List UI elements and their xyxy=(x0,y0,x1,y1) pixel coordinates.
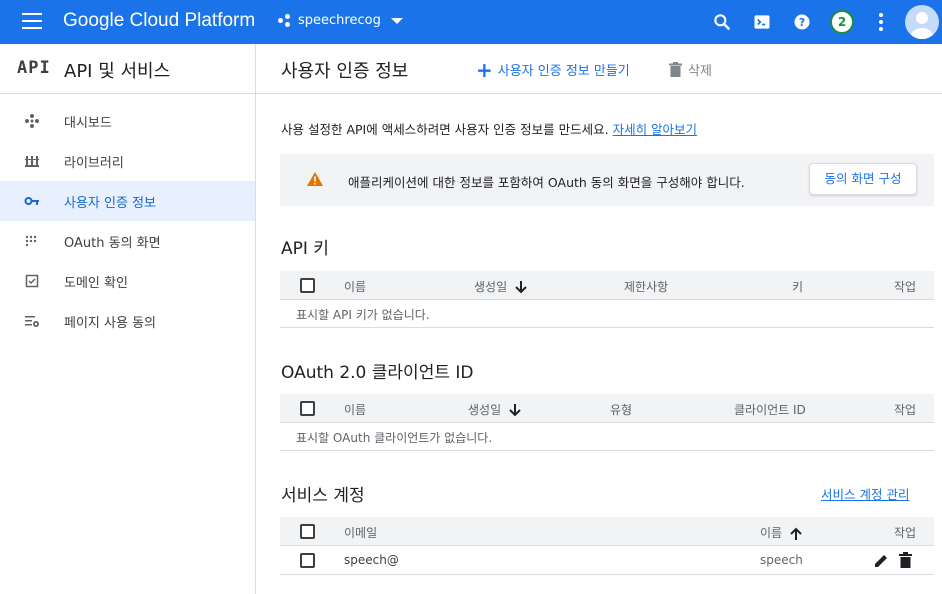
intro-message: 사용 설정한 API에 액세스하려면 사용자 인증 정보를 만드세요. xyxy=(281,122,609,137)
column-header: 작업 xyxy=(894,526,917,540)
sidebar-title: API 및 서비스 xyxy=(64,61,171,82)
empty-message: 표시할 OAuth 클라이언트가 없습니다. xyxy=(296,431,493,445)
select-all-checkbox[interactable] xyxy=(300,524,315,539)
page-header: 사용자 인증 정보 + 사용자 인증 정보 만들기 삭제 xyxy=(256,44,942,94)
sidebar-item-label: 사용자 인증 정보 xyxy=(64,196,156,211)
learn-more-link[interactable]: 자세히 알아보기 xyxy=(613,122,697,137)
page-usage-icon xyxy=(25,316,39,327)
domain-check-icon xyxy=(25,274,39,288)
delete-label: 삭제 xyxy=(688,64,712,79)
top-app-bar: Google Cloud Platform speechrecog ? 2 xyxy=(0,0,942,44)
sidebar-item-oauth-consent[interactable]: OAuth 동의 화면 xyxy=(0,221,255,261)
configure-consent-button[interactable]: 동의 화면 구성 xyxy=(809,163,917,195)
service-accounts-title: 서비스 계정 xyxy=(281,486,365,506)
account-avatar[interactable] xyxy=(905,5,939,39)
empty-row: 표시할 API 키가 없습니다. xyxy=(280,300,934,328)
oauth-clients-table: 이름 생성일 유형 클라이언트 ID 작업 표시할 OAuth 클라이언트가 없… xyxy=(280,394,934,451)
empty-message: 표시할 API 키가 없습니다. xyxy=(296,308,430,322)
project-selector[interactable]: speechrecog xyxy=(278,13,403,28)
table-header: 이메일 이름 작업 xyxy=(280,517,934,546)
empty-row: 표시할 OAuth 클라이언트가 없습니다. xyxy=(280,423,934,451)
service-account-email[interactable]: speech@ xyxy=(344,553,399,567)
column-header[interactable]: 이름 xyxy=(344,401,366,418)
column-header: 작업 xyxy=(894,403,917,417)
create-credentials-button[interactable]: + 사용자 인증 정보 만들기 xyxy=(476,57,630,82)
sidebar-header: API API 및 서비스 xyxy=(0,44,255,94)
dashboard-icon xyxy=(25,114,39,128)
row-checkbox[interactable] xyxy=(300,553,315,568)
search-icon[interactable] xyxy=(712,12,732,32)
api-keys-title: API 키 xyxy=(281,239,329,259)
delete-trash-icon[interactable] xyxy=(899,552,912,568)
oauth-consent-icon xyxy=(25,235,37,247)
column-header[interactable]: 이메일 xyxy=(344,524,377,541)
column-header[interactable]: 유형 xyxy=(610,401,632,418)
sidebar-item-library[interactable]: 라이브러리 xyxy=(0,141,255,181)
table-header: 이름 생성일 제한사항 키 작업 xyxy=(280,271,934,300)
arrow-down-icon xyxy=(509,404,521,417)
column-header[interactable]: 클라이언트 ID xyxy=(734,401,806,418)
service-account-name: speech xyxy=(760,553,803,567)
column-header-sorted[interactable]: 생성일 xyxy=(468,401,521,418)
sidebar-item-label: 라이브러리 xyxy=(64,156,124,171)
chevron-down-icon xyxy=(390,17,403,24)
page-title: 사용자 인증 정보 xyxy=(281,61,409,82)
sidebar-item-credentials[interactable]: 사용자 인증 정보 xyxy=(0,181,255,221)
api-logo: API xyxy=(17,58,51,78)
sidebar-item-label: 페이지 사용 동의 xyxy=(64,316,156,331)
brand-title[interactable]: Google Cloud Platform xyxy=(63,10,255,32)
cloud-shell-icon[interactable] xyxy=(752,12,772,32)
help-icon[interactable]: ? xyxy=(792,12,812,32)
select-all-checkbox[interactable] xyxy=(300,401,315,416)
menu-icon[interactable] xyxy=(22,13,42,29)
create-credentials-label: 사용자 인증 정보 만들기 xyxy=(497,64,630,79)
more-vert-icon[interactable] xyxy=(879,13,883,31)
table-row[interactable]: speech@ speech xyxy=(280,546,934,575)
service-accounts-table: 이메일 이름 작업 speech@ speech xyxy=(280,517,934,575)
edit-pencil-icon[interactable] xyxy=(874,553,889,568)
sidebar-item-domain-verification[interactable]: 도메인 확인 xyxy=(0,261,255,301)
column-header[interactable]: 이름 xyxy=(344,278,366,295)
arrow-up-icon xyxy=(790,527,802,540)
warning-icon xyxy=(307,172,323,186)
delete-button[interactable]: 삭제 xyxy=(669,60,712,79)
arrow-down-icon xyxy=(515,281,527,294)
plus-icon: + xyxy=(476,57,493,82)
oauth-warning-banner: 애플리케이션에 대한 정보를 포함하여 OAuth 동의 화면을 구성해야 합니… xyxy=(280,154,934,206)
intro-text: 사용 설정한 API에 액세스하려면 사용자 인증 정보를 만드세요. 자세히 … xyxy=(281,119,697,138)
warning-message: 애플리케이션에 대한 정보를 포함하여 OAuth 동의 화면을 구성해야 합니… xyxy=(348,175,745,190)
manage-service-accounts-link[interactable]: 서비스 계정 관리 xyxy=(821,484,909,503)
sidebar-item-page-usage[interactable]: 페이지 사용 동의 xyxy=(0,301,255,341)
library-icon xyxy=(25,156,39,167)
column-header-sorted[interactable]: 이름 xyxy=(760,524,802,541)
column-header-sorted[interactable]: 생성일 xyxy=(474,278,527,295)
sidebar-item-label: 도메인 확인 xyxy=(64,276,128,291)
column-header: 작업 xyxy=(894,280,917,294)
select-all-checkbox[interactable] xyxy=(300,278,315,293)
notification-badge[interactable]: 2 xyxy=(830,10,854,34)
svg-text:?: ? xyxy=(799,16,805,29)
api-keys-table: 이름 생성일 제한사항 키 작업 표시할 API 키가 없습니다. xyxy=(280,271,934,328)
column-header[interactable]: 키 xyxy=(792,278,803,295)
main-content: 사용자 인증 정보 + 사용자 인증 정보 만들기 삭제 사용 설정한 API에… xyxy=(256,44,942,594)
key-icon xyxy=(24,197,39,205)
project-dots-icon xyxy=(278,13,292,28)
sidebar: API API 및 서비스 대시보드 라이브러리 사용자 인증 정보 OAuth… xyxy=(0,44,256,594)
project-name: speechrecog xyxy=(298,13,381,28)
sidebar-item-label: 대시보드 xyxy=(64,116,112,131)
sidebar-item-label: OAuth 동의 화면 xyxy=(64,236,161,251)
column-header[interactable]: 제한사항 xyxy=(624,278,668,295)
oauth-clients-title: OAuth 2.0 클라이언트 ID xyxy=(281,363,474,383)
sidebar-item-dashboard[interactable]: 대시보드 xyxy=(0,101,255,141)
trash-icon xyxy=(669,62,682,77)
table-header: 이름 생성일 유형 클라이언트 ID 작업 xyxy=(280,394,934,423)
